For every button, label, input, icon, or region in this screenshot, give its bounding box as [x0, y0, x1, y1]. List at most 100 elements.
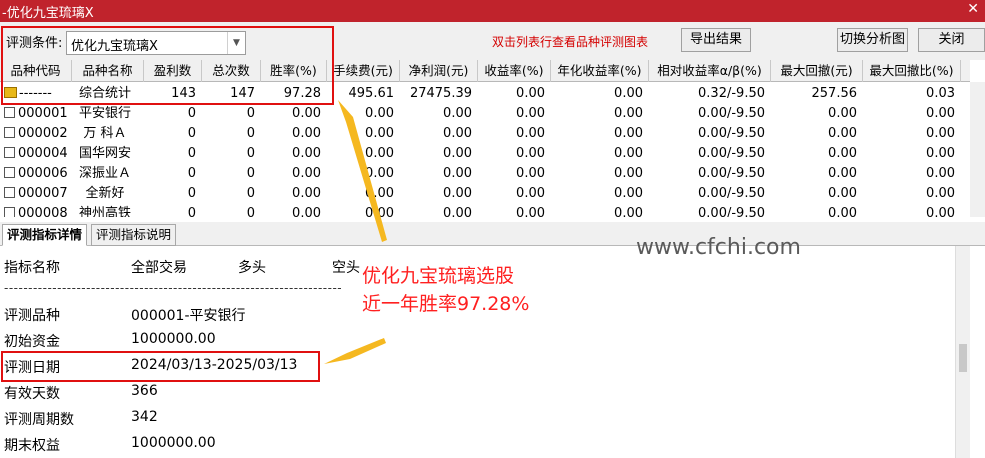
column-header-drawdown-ratio[interactable]: 最大回撤比(%): [863, 60, 961, 82]
cell-wins: 0: [144, 164, 196, 184]
cell-text: 0.00: [292, 146, 321, 161]
column-header-drawdown[interactable]: 最大回撤(元): [771, 60, 863, 82]
cell-total: 0: [202, 184, 255, 204]
table-row[interactable]: 000008 神州高铁 0 0 0.00 0.00 0.00 0.00 0.00 0.00/-9.…: [0, 204, 970, 217]
cell-return: 0.00: [478, 184, 545, 204]
cell-text: 0.00: [926, 206, 955, 217]
cell-annual: 0.00: [551, 104, 643, 124]
cell-text: 全新好: [85, 186, 125, 201]
cell-drawdown-ratio: 0.03: [863, 84, 955, 104]
cell-text: 0.00: [443, 186, 472, 201]
detail-label: 期末权益: [4, 438, 60, 454]
cell-fee: 0.00: [327, 124, 394, 144]
column-header-fee[interactable]: 手续费(元): [327, 60, 400, 82]
cell-text: 0.00: [926, 106, 955, 121]
cell-text: 27475.39: [409, 86, 472, 101]
cell-fee: 0.00: [327, 104, 394, 124]
cell-return: 0.00: [478, 84, 545, 104]
detail-tabs: 评测指标详情 评测指标说明: [0, 222, 985, 246]
cell-text: 0.00: [828, 146, 857, 161]
export-button[interactable]: 导出结果: [681, 28, 751, 52]
column-header-return[interactable]: 收益率(%): [478, 60, 551, 82]
cell-text: 0.00/-9.50: [698, 106, 765, 121]
cell-fee: 0.00: [327, 184, 394, 204]
close-button[interactable]: 关闭: [918, 28, 985, 52]
checkbox[interactable]: [4, 187, 15, 198]
cell-text: 000001: [18, 106, 68, 121]
checkbox[interactable]: [4, 127, 15, 138]
cell-text: 0.32/-9.50: [698, 86, 765, 101]
cell-name: 国华网安: [72, 144, 138, 164]
detail-scroll-thumb[interactable]: [959, 344, 967, 372]
cell-winrate: 0.00: [261, 184, 321, 204]
cell-text: 0.00: [828, 166, 857, 181]
cell-text: 0.00/-9.50: [698, 126, 765, 141]
cell-wins: 0: [144, 104, 196, 124]
switch-chart-button[interactable]: 切换分析图: [837, 28, 908, 52]
cell-text: 0.00: [828, 186, 857, 201]
cell-profit: 0.00: [400, 184, 472, 204]
detail-label: 评测周期数: [4, 412, 74, 428]
cell-text: 0.00: [443, 146, 472, 161]
checkbox[interactable]: [4, 167, 15, 178]
cell-winrate: 0.00: [261, 204, 321, 217]
tab-detail[interactable]: 评测指标详情: [2, 224, 88, 246]
annotation-title: 优化九宝琉璃选股: [362, 265, 515, 287]
cell-profit: 0.00: [400, 104, 472, 124]
cell-text: 0.00: [614, 186, 643, 201]
cell-text: 0.00: [614, 146, 643, 161]
cell-code: 000007: [4, 184, 72, 204]
cell-text: 0.00: [926, 186, 955, 201]
cell-text: 000006: [18, 166, 68, 181]
checkbox[interactable]: [4, 107, 15, 118]
cell-text: 0.00: [365, 106, 394, 121]
cell-text: 0.00: [614, 106, 643, 121]
detail-value: 1000000.00: [131, 331, 216, 347]
cell-text: 000004: [18, 146, 68, 161]
detail-header-short: 空头: [332, 260, 360, 276]
table-row[interactable]: 000002 万 科Ａ 0 0 0.00 0.00 0.00 0.00 0.00 0.00/-9.…: [0, 124, 970, 144]
cell-text: 0.00: [365, 166, 394, 181]
table-row[interactable]: 000001 平安银行 0 0 0.00 0.00 0.00 0.00 0.00 0.00/-9.…: [0, 104, 970, 124]
cell-code: 000001: [4, 104, 72, 124]
cell-text: 神州高铁: [78, 206, 131, 217]
cell-text: 0.00: [614, 166, 643, 181]
cell-profit: 0.00: [400, 204, 472, 217]
cell-text: 000002: [18, 126, 68, 141]
table-row[interactable]: 000007 全新好 0 0 0.00 0.00 0.00 0.00 0.00 0.00/-9.5…: [0, 184, 970, 204]
cell-drawdown-ratio: 0.00: [863, 104, 955, 124]
title-bar: -优化九宝琉璃X ✕: [0, 0, 985, 22]
checkbox[interactable]: [4, 207, 15, 217]
cell-winrate: 0.00: [261, 164, 321, 184]
column-header-alpha[interactable]: 相对收益率α/β(%): [649, 60, 771, 82]
cell-text: 0.00: [516, 146, 545, 161]
cell-text: 0.00: [516, 126, 545, 141]
annotation-winrate: 近一年胜率97.28%: [362, 293, 530, 315]
cell-fee: 0.00: [327, 204, 394, 217]
cell-return: 0.00: [478, 124, 545, 144]
detail-label: 初始资金: [4, 334, 60, 350]
cell-text: 0.00: [365, 186, 394, 201]
window-title: -优化九宝琉璃X: [2, 6, 94, 21]
table-scrollbar[interactable]: [970, 82, 985, 217]
cell-text: 0.00: [926, 166, 955, 181]
cell-text: 0.00: [828, 206, 857, 217]
checkbox[interactable]: [4, 147, 15, 158]
cell-profit: 27475.39: [400, 84, 472, 104]
cell-text: 0.00: [443, 206, 472, 217]
cell-name: 深振业Ａ: [72, 164, 138, 184]
column-header-profit[interactable]: 净利润(元): [400, 60, 478, 82]
cell-text: 0.00: [292, 166, 321, 181]
table-row[interactable]: 000004 国华网安 0 0 0.00 0.00 0.00 0.00 0.00 0.00/-9.…: [0, 144, 970, 164]
cell-fee: 0.00: [327, 164, 394, 184]
cell-text: 0.00: [292, 106, 321, 121]
close-icon[interactable]: ✕: [967, 1, 979, 17]
cell-winrate: 0.00: [261, 124, 321, 144]
cell-drawdown-ratio: 0.00: [863, 144, 955, 164]
column-header-annual[interactable]: 年化收益率(%): [551, 60, 649, 82]
cell-profit: 0.00: [400, 144, 472, 164]
table-row[interactable]: 000006 深振业Ａ 0 0 0.00 0.00 0.00 0.00 0.00 0.00/-9.…: [0, 164, 970, 184]
tab-description[interactable]: 评测指标说明: [91, 224, 177, 246]
detail-scrollbar[interactable]: [955, 246, 970, 458]
cell-text: 国华网安: [78, 146, 131, 161]
